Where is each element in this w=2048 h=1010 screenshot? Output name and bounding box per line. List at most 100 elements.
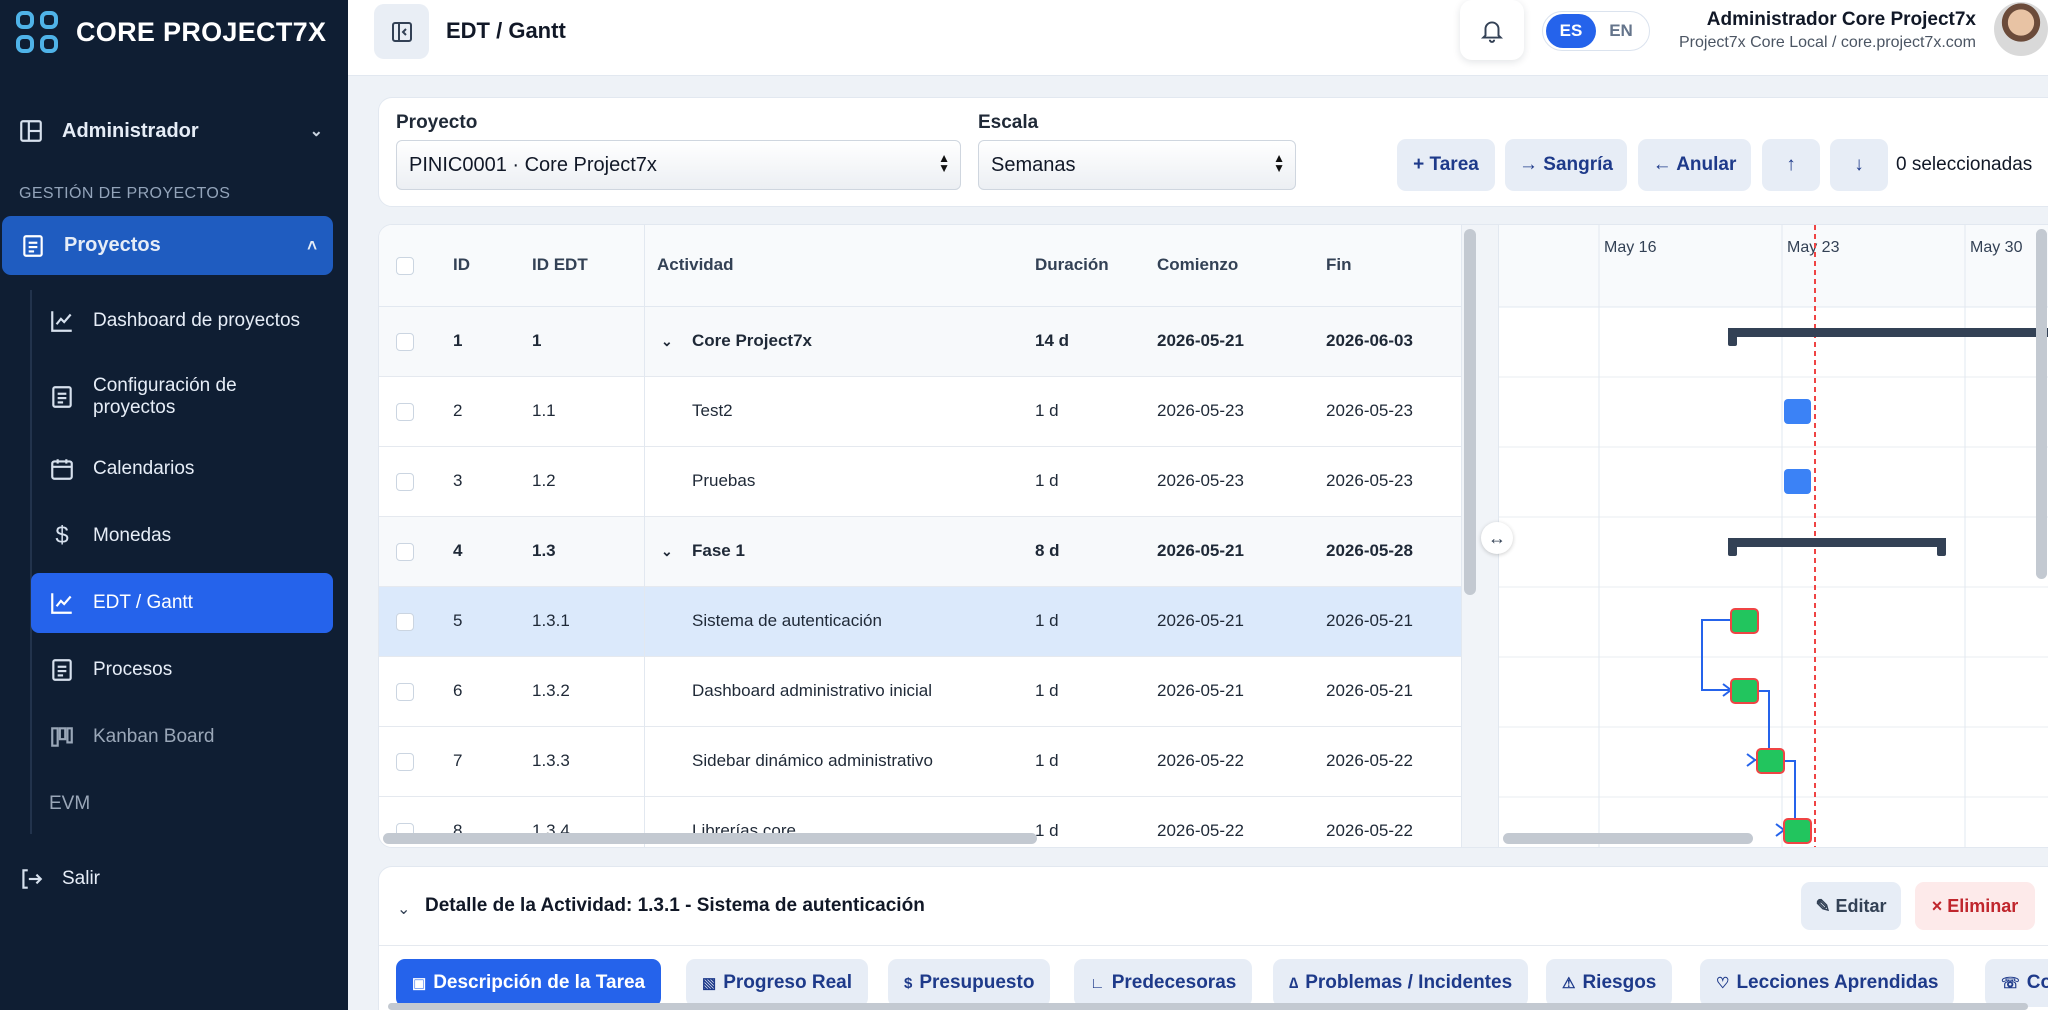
move-up-button[interactable]: ↑: [1762, 139, 1820, 191]
brand[interactable]: CORE PROJECT7X: [16, 10, 326, 54]
col-start[interactable]: Comienzo: [1157, 255, 1238, 275]
chevron-down-icon[interactable]: ⌄: [397, 899, 410, 919]
table-row[interactable]: 1 1 ⌄ Core Project7x 14 d 2026-05-21 202…: [379, 307, 1461, 377]
table-row[interactable]: 6 1.3.2 Dashboard administrativo inicial…: [379, 657, 1461, 727]
row-checkbox[interactable]: [396, 613, 414, 631]
sidebar-item-evm[interactable]: EVM: [31, 774, 333, 834]
table-vertical-scrollbar[interactable]: [1464, 229, 1476, 595]
tab-label: Riesgos: [1582, 972, 1657, 993]
table-horizontal-scrollbar[interactable]: [383, 833, 1037, 844]
row-start: 2026-05-21: [1157, 331, 1244, 350]
col-duration[interactable]: Duración: [1035, 255, 1109, 275]
row-start: 2026-05-22: [1157, 751, 1244, 770]
tab-issues[interactable]: ∆ Problemas / Incidentes: [1273, 959, 1529, 1007]
delete-button[interactable]: × Eliminar: [1915, 882, 2035, 930]
table-row[interactable]: 3 1.2 Pruebas 1 d 2026-05-23 2026-05-23: [379, 447, 1461, 517]
row-id: 4: [453, 541, 463, 560]
table-row[interactable]: 7 1.3.3 Sidebar dinámico administrativo …: [379, 727, 1461, 797]
tab-progress[interactable]: ▧ Progreso Real: [686, 959, 869, 1007]
row-checkbox[interactable]: [396, 473, 414, 491]
sidebar-item-projects[interactable]: Proyectos ˄: [2, 216, 333, 275]
row-checkbox[interactable]: [396, 683, 414, 701]
row-checkbox[interactable]: [396, 753, 414, 771]
bell-icon: [1480, 21, 1504, 43]
col-end[interactable]: Fin: [1326, 255, 1352, 275]
gantt-task-bar[interactable]: [1784, 399, 1811, 424]
sidebar-item-label: Monedas: [93, 525, 172, 546]
tab-label: Co: [2026, 972, 2048, 993]
gantt-critical-task-bar[interactable]: [1730, 608, 1759, 634]
outdent-button[interactable]: ← Anular: [1638, 139, 1751, 191]
row-wbs: 1.3.2: [532, 681, 570, 700]
indent-button[interactable]: → Sangría: [1505, 139, 1627, 191]
app-grid-logo-icon: [16, 11, 58, 53]
sidebar-item-edt-gantt[interactable]: EDT / Gantt: [31, 573, 333, 633]
gantt-summary-bar[interactable]: [1728, 538, 1946, 556]
gantt-vertical-scrollbar[interactable]: [2036, 229, 2047, 579]
gantt-critical-task-bar[interactable]: [1783, 818, 1812, 844]
scale-select-value: Semanas: [991, 153, 1076, 176]
notifications-button[interactable]: [1460, 0, 1524, 60]
row-start: 2026-05-21: [1157, 541, 1244, 560]
sidebar-item-project-dashboard[interactable]: Dashboard de proyectos: [31, 291, 333, 351]
sidebar-item-project-config[interactable]: Configuración de proyectos: [31, 365, 333, 429]
add-task-button[interactable]: + Tarea: [1397, 139, 1495, 191]
row-checkbox[interactable]: [396, 403, 414, 421]
collapse-chevron-icon[interactable]: ⌄: [661, 543, 673, 560]
tab-risks[interactable]: ⚠ Riesgos: [1546, 959, 1673, 1007]
row-activity: Sidebar dinámico administrativo: [692, 751, 933, 770]
scale-select[interactable]: Semanas ▲ ▼: [978, 140, 1296, 190]
detail-title: Detalle de la Actividad: 1.3.1 - Sistema…: [425, 895, 925, 916]
chart-line-icon: [49, 308, 75, 334]
row-end: 2026-05-22: [1326, 751, 1413, 770]
move-down-button[interactable]: ↓: [1830, 139, 1888, 191]
row-checkbox[interactable]: [396, 333, 414, 351]
tab-description[interactable]: ▣ Descripción de la Tarea: [396, 959, 662, 1007]
row-id: 3: [453, 471, 463, 490]
tab-budget[interactable]: $ Presupuesto: [888, 959, 1051, 1007]
table-row[interactable]: 4 1.3 ⌄ Fase 1 8 d 2026-05-21 2026-05-28: [379, 517, 1461, 587]
link-icon: ∟: [1090, 974, 1105, 992]
lang-es-button[interactable]: ES: [1546, 14, 1596, 48]
collapse-chevron-icon[interactable]: ⌄: [661, 333, 673, 350]
gantt-horizontal-scrollbar[interactable]: [1503, 833, 1753, 844]
select-all-checkbox[interactable]: [396, 257, 414, 275]
sidebar-item-processes[interactable]: Procesos: [31, 640, 333, 700]
gantt-task-bar[interactable]: [1784, 469, 1811, 494]
page-horizontal-scrollbar[interactable]: [388, 1003, 2028, 1010]
sidebar-admin-label: Administrador: [62, 119, 199, 142]
table-row[interactable]: 2 1.1 Test2 1 d 2026-05-23 2026-05-23: [379, 377, 1461, 447]
dollar-icon: $: [55, 522, 69, 549]
logout-button[interactable]: Salir: [18, 866, 100, 892]
sidebar-item-currencies[interactable]: $ Monedas: [31, 506, 333, 566]
tab-lessons[interactable]: ♡ Lecciones Aprendidas: [1700, 959, 1955, 1007]
lang-en-button[interactable]: EN: [1596, 14, 1646, 48]
edit-button[interactable]: ✎ Editar: [1801, 882, 1901, 930]
row-start: 2026-05-22: [1157, 821, 1244, 840]
table-row[interactable]: 5 1.3.1 Sistema de autenticación 1 d 202…: [379, 587, 1461, 657]
sidebar-admin-group[interactable]: Administrador ⌄: [18, 118, 323, 144]
tab-communications[interactable]: ☏ Co: [1985, 959, 2048, 1007]
row-checkbox[interactable]: [396, 543, 414, 561]
row-end: 2026-05-22: [1326, 821, 1413, 840]
tab-predecessors[interactable]: ∟ Predecesoras: [1074, 959, 1253, 1007]
avatar[interactable]: [1994, 2, 2048, 56]
sidebar-toggle-button[interactable]: [374, 4, 429, 59]
sidebar-item-kanban[interactable]: Kanban Board: [31, 707, 333, 767]
gantt-summary-bar[interactable]: [1728, 328, 2048, 346]
issue-icon: ∆: [1289, 974, 1299, 992]
gantt-toolbar: Proyecto PINIC0001 · Core Project7x ▲ ▼ E…: [378, 97, 2048, 207]
col-id[interactable]: ID: [453, 255, 470, 275]
language-switch: ES EN: [1542, 11, 1650, 51]
chevron-down-icon: ⌄: [309, 123, 323, 140]
gantt-critical-task-bar[interactable]: [1756, 748, 1785, 774]
chevron-up-icon: ˄: [307, 235, 317, 255]
project-select[interactable]: PINIC0001 · Core Project7x ▲ ▼: [396, 140, 961, 190]
sidebar-item-calendars[interactable]: Calendarios: [31, 439, 333, 499]
col-activity[interactable]: Actividad: [657, 255, 734, 275]
gantt-canvas: May 16 May 23 May 30: [1499, 225, 2048, 847]
gantt-critical-task-bar[interactable]: [1730, 678, 1759, 704]
tab-label: Problemas / Incidentes: [1305, 972, 1513, 993]
tab-label: Progreso Real: [723, 972, 853, 993]
col-wbs-id[interactable]: ID EDT: [532, 255, 588, 275]
